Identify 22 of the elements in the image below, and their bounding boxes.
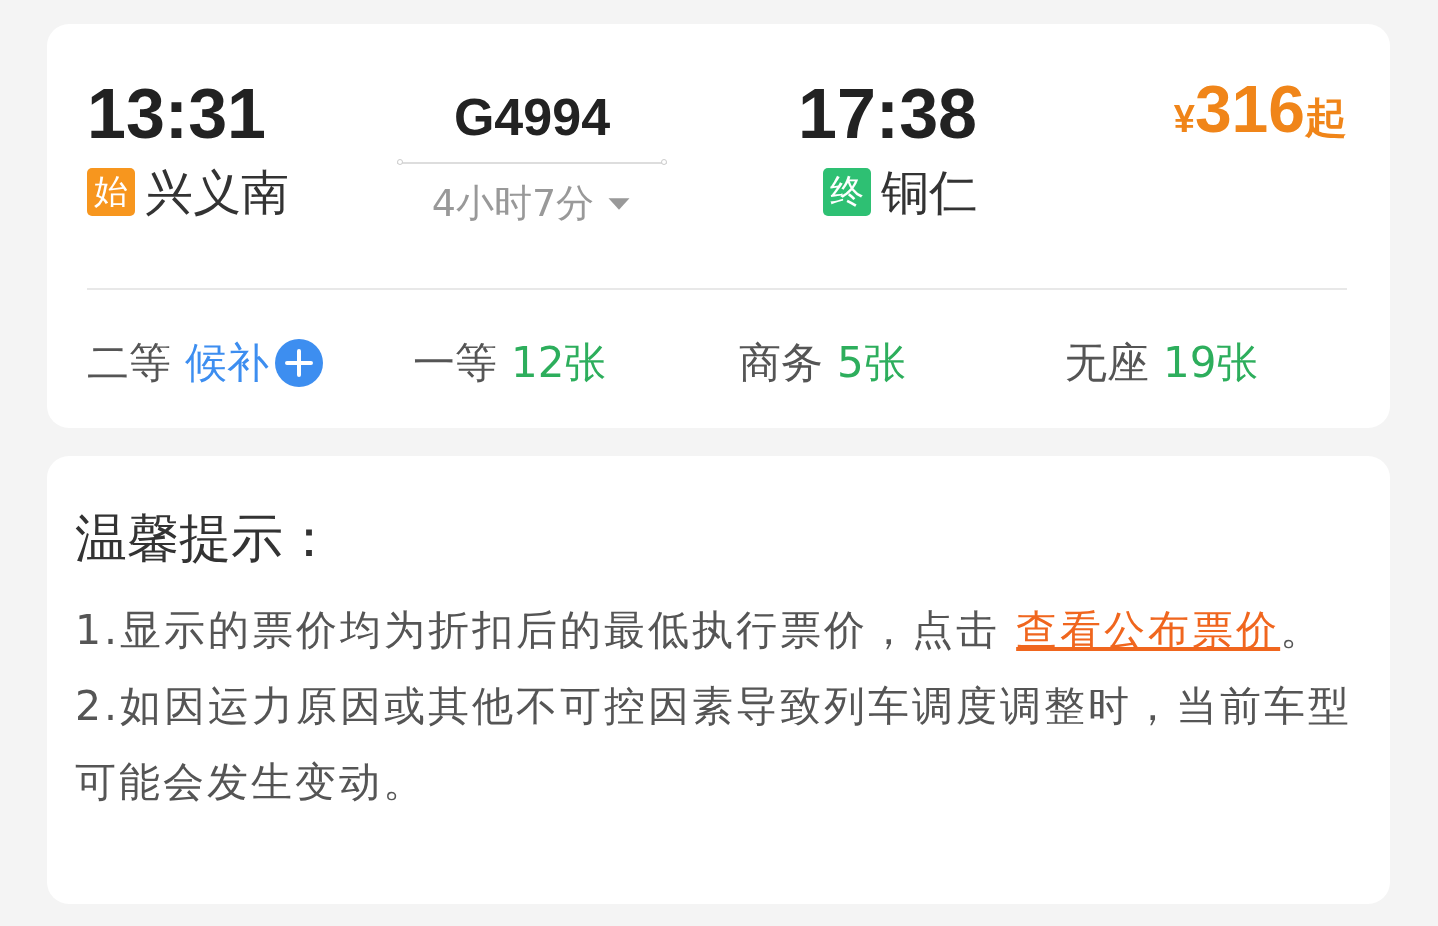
seat-availability[interactable]: 候补: [185, 335, 269, 391]
seat-availability: 5张: [837, 337, 906, 389]
station-badge: 始: [87, 168, 135, 216]
seat-availability: 19张: [1163, 337, 1259, 389]
departure-time: 13:31: [87, 74, 268, 154]
notice-title: 温馨提示：: [75, 507, 336, 570]
seat-class: 二等: [87, 337, 171, 389]
station-name: 兴义南: [145, 163, 289, 222]
duration-toggle[interactable]: 4小时7分: [431, 178, 633, 229]
train-number: G4994: [453, 87, 611, 148]
notice-text: 1.显示的票价均为折扣后的最低执行票价，点击 查看公布票价。: [75, 605, 1326, 656]
station-badge: 终: [823, 168, 871, 216]
notice-text: 2.如因运力原因或其他不可控因素导致列车调度调整时，当前车型可能会发生变动。: [75, 681, 1354, 808]
station-name: 铜仁: [881, 163, 977, 222]
arrival-time: 17:38: [797, 74, 977, 154]
add-icon[interactable]: [275, 339, 323, 387]
seat-class: 无座: [1065, 337, 1149, 389]
price-link[interactable]: 查看公布票价: [1016, 606, 1281, 654]
price-label: ¥316起: [1172, 74, 1347, 148]
seat-class: 商务: [739, 337, 823, 389]
seat-class: 一等: [413, 337, 497, 389]
seat-availability: 12张: [511, 337, 607, 389]
